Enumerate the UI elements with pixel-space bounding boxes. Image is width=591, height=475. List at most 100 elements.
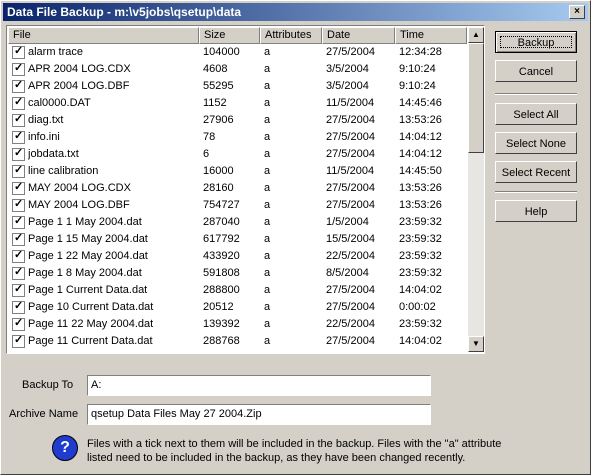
cell-attr: a [264, 114, 271, 126]
checkmark-icon: ✓ [14, 96, 24, 108]
table-row[interactable]: ✓ Page 1 8 May 2004.dat 591808 a 8/5/2004 23:… [8, 265, 467, 282]
archive-name-label: Archive Name [9, 408, 79, 420]
focus-rect [500, 36, 572, 48]
checkmark-icon: ✓ [14, 164, 24, 176]
table-row[interactable]: ✓ APR 2004 LOG.DBF 55295 a 3/5/2004 9:10:24 [8, 78, 467, 95]
checkmark-icon: ✓ [14, 45, 24, 57]
row-checkbox[interactable]: ✓ [12, 317, 25, 331]
help-button[interactable]: Help [495, 200, 577, 222]
backup-dialog: Data File Backup - m:\v5jobs\qsetup\data… [0, 0, 591, 475]
row-checkbox[interactable]: ✓ [12, 96, 25, 110]
select-all-button[interactable]: Select All [495, 103, 577, 125]
select-recent-button[interactable]: Select Recent [495, 161, 577, 183]
table-row[interactable]: ✓ info.ini 78 a 27/5/2004 14:04:12 [8, 129, 467, 146]
cell-date: 3/5/2004 [326, 80, 369, 92]
row-checkbox[interactable]: ✓ [12, 266, 25, 280]
backup-button[interactable]: Backup [495, 31, 577, 53]
table-row[interactable]: ✓ MAY 2004 LOG.CDX 28160 a 27/5/2004 13:53:26 [8, 180, 467, 197]
cell-date: 22/5/2004 [326, 250, 375, 262]
cell-date: 11/5/2004 [326, 97, 375, 109]
row-checkbox[interactable]: ✓ [12, 147, 25, 161]
cancel-button[interactable]: Cancel [495, 60, 577, 82]
scroll-down-icon[interactable]: ▼ [468, 336, 484, 352]
cell-date: 27/5/2004 [326, 199, 375, 211]
checkmark-icon: ✓ [14, 215, 24, 227]
row-checkbox[interactable]: ✓ [12, 249, 25, 263]
column-header-file[interactable]: File [8, 27, 199, 44]
row-checkbox[interactable]: ✓ [12, 79, 25, 93]
table-row[interactable]: ✓ APR 2004 LOG.CDX 4608 a 3/5/2004 9:10:24 [8, 61, 467, 78]
row-checkbox[interactable]: ✓ [12, 62, 25, 76]
row-checkbox[interactable]: ✓ [12, 283, 25, 297]
table-row[interactable]: ✓ cal0000.DAT 1152 a 11/5/2004 14:45:46 [8, 95, 467, 112]
table-row[interactable]: ✓ Page 1 Current Data.dat 288800 a 27/5/2004… [8, 282, 467, 299]
checkmark-icon: ✓ [14, 62, 24, 74]
title-bar: Data File Backup - m:\v5jobs\qsetup\data… [3, 3, 588, 21]
table-row[interactable]: ✓ alarm trace 104000 a 27/5/2004 12:34:28 [8, 44, 467, 61]
column-header-size[interactable]: Size [199, 27, 260, 44]
cell-date: 15/5/2004 [326, 233, 375, 245]
cell-time: 23:59:32 [399, 250, 442, 262]
cell-size: 591808 [203, 267, 240, 279]
cell-attr: a [264, 97, 271, 109]
select-none-button[interactable]: Select None [495, 132, 577, 154]
cell-attr: a [264, 318, 271, 330]
cell-time: 14:04:02 [399, 335, 442, 347]
cell-file: MAY 2004 LOG.CDX [28, 182, 131, 194]
cell-file: line calibration [28, 165, 99, 177]
cell-date: 27/5/2004 [326, 301, 375, 313]
cell-file: MAY 2004 LOG.DBF [28, 199, 130, 211]
cell-date: 27/5/2004 [326, 46, 375, 58]
row-checkbox[interactable]: ✓ [12, 334, 25, 348]
cell-attr: a [264, 63, 271, 75]
cell-attr: a [264, 250, 271, 262]
table-row[interactable]: ✓ Page 1 22 May 2004.dat 433920 a 22/5/2004 2… [8, 248, 467, 265]
table-row[interactable]: ✓ Page 11 22 May 2004.dat 139392 a 22/5/2004… [8, 316, 467, 333]
close-button[interactable]: × [569, 5, 585, 19]
cell-size: 754727 [203, 199, 240, 211]
cell-size: 1152 [203, 97, 227, 109]
scroll-thumb[interactable] [468, 43, 484, 153]
cell-time: 13:53:26 [399, 182, 442, 194]
cell-time: 14:04:12 [399, 148, 442, 160]
checkmark-icon: ✓ [14, 147, 24, 159]
cell-date: 11/5/2004 [326, 165, 375, 177]
cell-attr: a [264, 46, 271, 58]
row-checkbox[interactable]: ✓ [12, 232, 25, 246]
checkmark-icon: ✓ [14, 300, 24, 312]
table-row[interactable]: ✓ line calibration 16000 a 11/5/2004 14:45:50 [8, 163, 467, 180]
backup-to-input[interactable]: A: [87, 375, 431, 396]
cell-file: APR 2004 LOG.DBF [28, 80, 130, 92]
row-checkbox[interactable]: ✓ [12, 164, 25, 178]
column-header-time[interactable]: Time [395, 27, 467, 44]
table-row[interactable]: ✓ MAY 2004 LOG.DBF 754727 a 27/5/2004 13:53:2… [8, 197, 467, 214]
table-row[interactable]: ✓ Page 1 1 May 2004.dat 287040 a 1/5/2004 23:… [8, 214, 467, 231]
vertical-scrollbar[interactable]: ▲ ▼ [468, 27, 484, 352]
cell-attr: a [264, 301, 271, 313]
file-list[interactable]: File Size Attributes Date Time ✓ alarm tr… [6, 25, 485, 354]
cell-file: Page 1 1 May 2004.dat [28, 216, 142, 228]
row-checkbox[interactable]: ✓ [12, 45, 25, 59]
row-checkbox[interactable]: ✓ [12, 300, 25, 314]
row-checkbox[interactable]: ✓ [12, 215, 25, 229]
table-row[interactable]: ✓ Page 1 15 May 2004.dat 617792 a 15/5/2004 2… [8, 231, 467, 248]
row-checkbox[interactable]: ✓ [12, 113, 25, 127]
cell-size: 16000 [203, 165, 234, 177]
checkmark-icon: ✓ [14, 317, 24, 329]
archive-name-input[interactable]: qsetup Data Files May 27 2004.Zip [87, 404, 431, 425]
column-header-date[interactable]: Date [322, 27, 395, 44]
row-checkbox[interactable]: ✓ [12, 181, 25, 195]
row-checkbox[interactable]: ✓ [12, 198, 25, 212]
cell-size: 6 [203, 148, 210, 160]
separator [495, 93, 577, 95]
column-header-attributes[interactable]: Attributes [260, 27, 322, 44]
table-row[interactable]: ✓ jobdata.txt 6 a 27/5/2004 14:04:12 [8, 146, 467, 163]
table-row[interactable]: ✓ Page 11 Current Data.dat 288768 a 27/5/200… [8, 333, 467, 350]
file-list-body: File Size Attributes Date Time ✓ alarm tr… [8, 27, 467, 352]
table-row[interactable]: ✓ diag.txt 27906 a 27/5/2004 13:53:26 [8, 112, 467, 129]
row-checkbox[interactable]: ✓ [12, 130, 25, 144]
cell-date: 27/5/2004 [326, 182, 375, 194]
cell-file: Page 1 Current Data.dat [28, 284, 148, 296]
table-row[interactable]: ✓ Page 10 Current Data.dat 20512 a 27/5/2004… [8, 299, 467, 316]
scroll-up-icon[interactable]: ▲ [468, 27, 484, 43]
